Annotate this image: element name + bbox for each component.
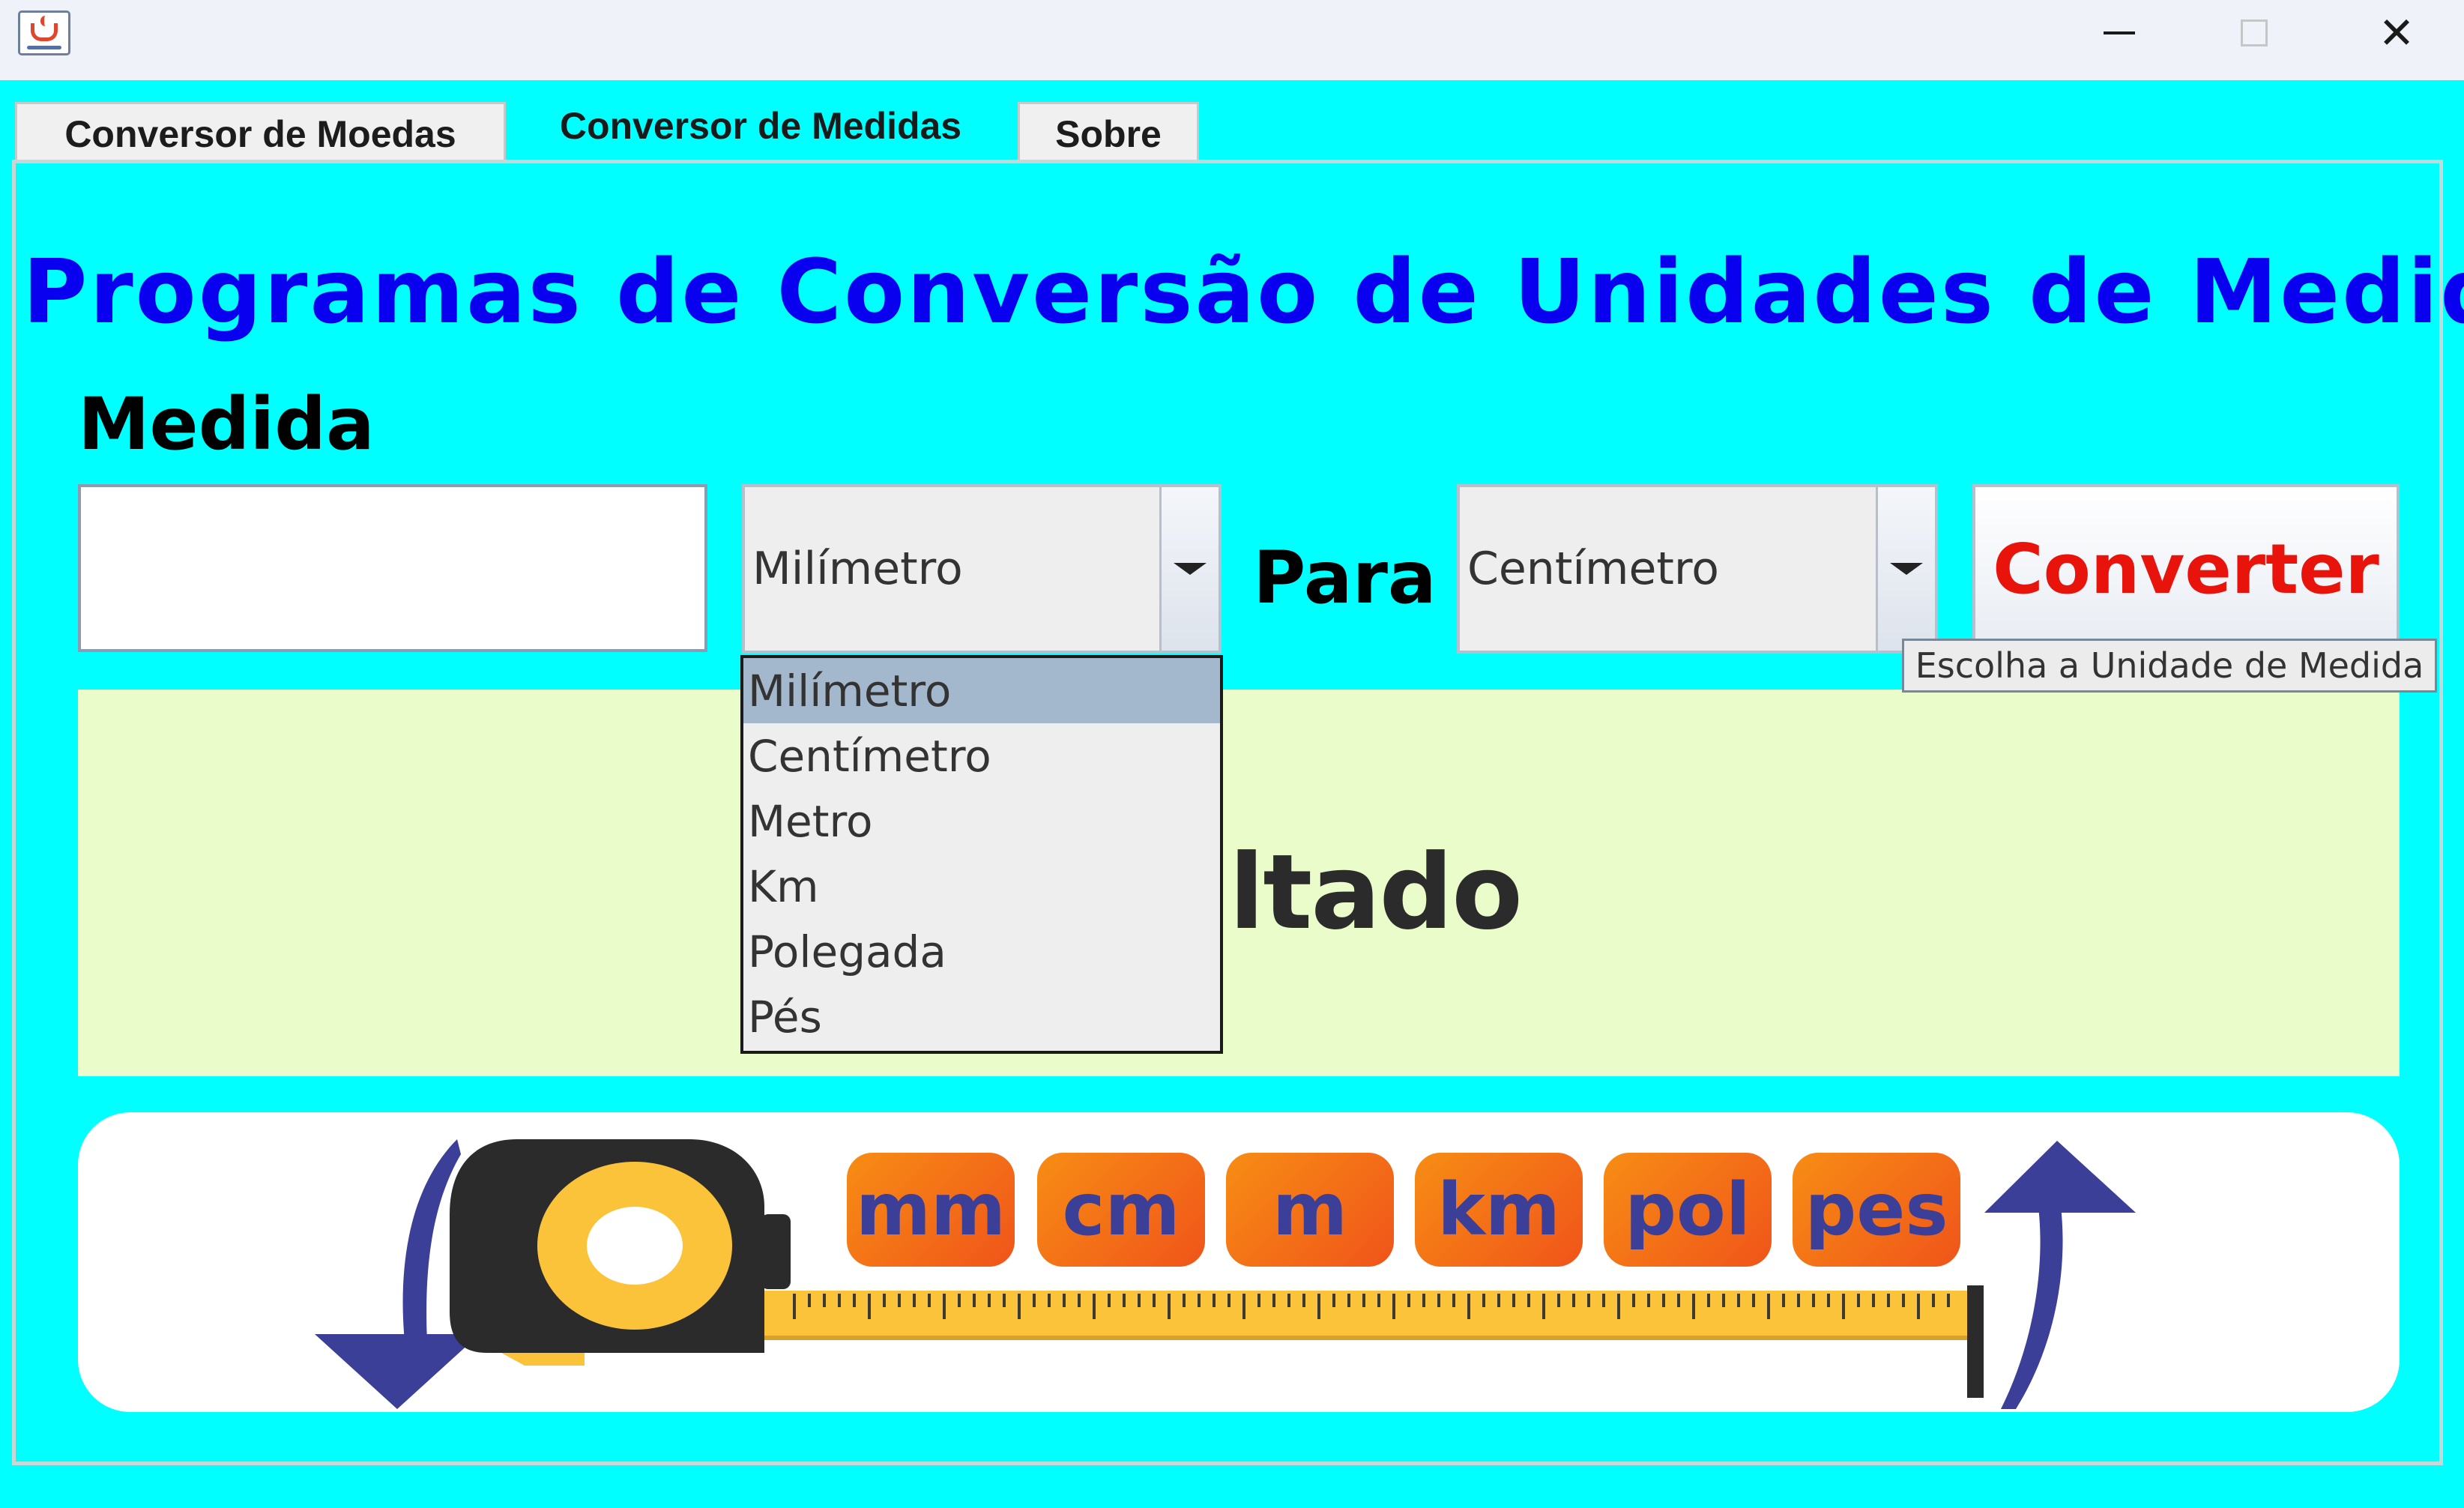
from-unit-dropdown-list: Milímetro Centímetro Metro Km Polegada P… <box>740 655 1223 1054</box>
dropdown-option-polegada[interactable]: Polegada <box>743 919 1220 984</box>
chevron-down-icon[interactable] <box>1876 487 1935 651</box>
maximize-button[interactable] <box>2187 0 2322 66</box>
maximize-icon <box>2241 19 2268 46</box>
tab-conversor-medidas[interactable]: Conversor de Medidas <box>506 96 1015 163</box>
unit-chip-km: km <box>1415 1153 1583 1267</box>
dropdown-option-pes[interactable]: Pés <box>743 984 1220 1049</box>
measure-value-input[interactable] <box>78 484 707 652</box>
dropdown-option-milimetro[interactable]: Milímetro <box>743 658 1220 723</box>
tooltip: Escolha a Unidade de Medida <box>1902 639 2437 693</box>
unit-chip-cm: cm <box>1037 1153 1205 1267</box>
convert-button[interactable]: Converter <box>1972 484 2400 654</box>
close-icon: ✕ <box>2378 7 2415 58</box>
from-unit-select[interactable]: Milímetro <box>742 484 1222 654</box>
dropdown-option-km[interactable]: Km <box>743 854 1220 919</box>
result-label: ltado <box>1229 832 1523 953</box>
para-label: Para <box>1253 536 1437 620</box>
unit-chip-pol: pol <box>1604 1153 1772 1267</box>
arrow-up-icon <box>1984 1141 2136 1409</box>
from-unit-selected: Milímetro <box>752 543 963 595</box>
minimize-icon <box>2104 31 2135 34</box>
close-button[interactable]: ✕ <box>2329 0 2464 66</box>
chevron-down-icon[interactable] <box>1159 487 1219 651</box>
unit-chip-pes: pes <box>1793 1153 1960 1267</box>
unit-chip-mm: mm <box>847 1153 1015 1267</box>
medida-label: Medida <box>78 382 375 466</box>
dropdown-option-metro[interactable]: Metro <box>743 788 1220 854</box>
page-title: Programas de Conversão de Unidades de Me… <box>22 240 2464 343</box>
minimize-button[interactable] <box>2052 0 2187 66</box>
java-app-icon <box>18 10 70 55</box>
to-unit-select[interactable]: Centímetro <box>1457 484 1938 654</box>
to-unit-selected: Centímetro <box>1467 543 1719 595</box>
dropdown-option-centimetro[interactable]: Centímetro <box>743 723 1220 788</box>
unit-chip-m: m <box>1226 1153 1394 1267</box>
tab-sobre[interactable]: Sobre <box>1018 102 1199 163</box>
tab-conversor-moedas[interactable]: Conversor de Moedas <box>15 102 506 163</box>
